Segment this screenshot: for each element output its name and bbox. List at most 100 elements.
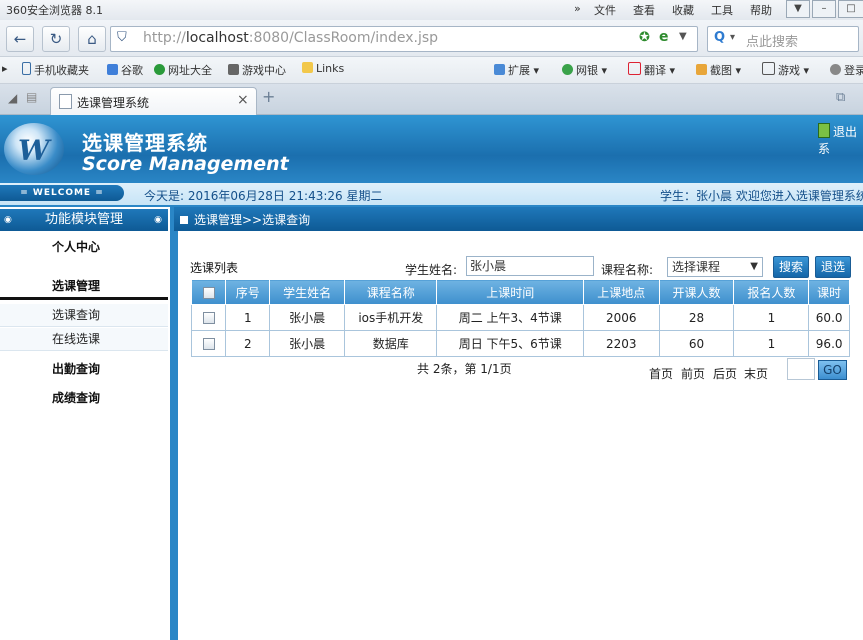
table-cell: 1	[733, 304, 810, 331]
sidebar-item-online-select[interactable]: 在线选课	[0, 328, 168, 351]
today-datetime: 今天是: 2016年06月28日 21:43:26 星期二	[144, 189, 383, 203]
bookmark-google[interactable]: 谷歌	[107, 62, 143, 78]
select-all-checkbox[interactable]	[190, 279, 227, 305]
course-select[interactable]: 选择课程 ▼	[667, 257, 763, 277]
user-icon	[830, 64, 841, 75]
table-cell: 张小晨	[269, 330, 346, 357]
sidebar-item-personal-center[interactable]: 个人中心	[52, 238, 100, 255]
ie-mode-icon[interactable]: e	[659, 29, 669, 45]
sidebar-item-attendance[interactable]: 出勤查询	[52, 360, 100, 377]
bookmark-mobile[interactable]: 手机收藏夹	[22, 62, 89, 78]
game-icon	[762, 62, 775, 75]
sidebar-item-grades[interactable]: 成绩查询	[52, 389, 100, 406]
tool-games[interactable]: 游戏 ▾	[762, 62, 809, 78]
tool-extensions[interactable]: 扩展 ▾	[494, 62, 539, 78]
first-page-link[interactable]: 首页	[649, 365, 673, 382]
list-title: 选课列表	[190, 261, 239, 275]
menu-tools[interactable]: 工具	[711, 2, 733, 18]
table-cell: 28	[658, 304, 735, 331]
chevron-more-icon[interactable]: »	[574, 2, 581, 15]
system-title-en: Score Management	[82, 153, 289, 175]
exit-button[interactable]: 退出系	[818, 123, 863, 157]
table-cell: 数据库	[344, 330, 438, 357]
search-engine-icon[interactable]: Q	[714, 30, 725, 45]
table-header-row: 序号 学生姓名 课程名称 上课时间 上课地点 开课人数 报名人数 课时	[190, 279, 850, 305]
maximize-icon[interactable]: □	[838, 0, 863, 18]
tool-translate[interactable]: 翻译 ▾	[628, 62, 675, 78]
bookmark-hao[interactable]: 网址大全	[154, 62, 212, 78]
go-button[interactable]: GO	[818, 360, 847, 380]
menu-help[interactable]: 帮助	[750, 2, 772, 18]
table-row[interactable]: 1 张小晨 ios手机开发 周二 上午3、4节课 2006 28 1 60.0	[190, 304, 850, 331]
chevron-down-icon[interactable]: ▼	[679, 31, 687, 42]
address-url[interactable]: http://localhost:8080/ClassRoom/index.js…	[143, 30, 438, 46]
student-name-label: 学生姓名:	[405, 263, 458, 277]
course-name-label: 课程名称:	[601, 263, 654, 277]
row-checkbox[interactable]	[190, 304, 227, 331]
table-row[interactable]: 2 张小晨 数据库 周日 下午5、6节课 2203 60 1 96.0	[190, 330, 850, 357]
tool-login[interactable]: 登录	[830, 62, 863, 78]
arrow-icon	[180, 216, 188, 224]
app-header: W 选课管理系统 Score Management 退出系	[0, 115, 863, 183]
search-button[interactable]: 搜索	[773, 256, 809, 278]
bookmark-games[interactable]: 游戏中心	[228, 62, 286, 78]
col-student: 学生姓名	[269, 279, 346, 305]
table-cell: ios手机开发	[344, 304, 438, 331]
search-input[interactable]: Q ▾ 点此搜索	[707, 26, 859, 52]
address-bar[interactable]: ⛉ http://localhost:8080/ClassRoom/index.…	[110, 26, 698, 52]
welcome-badge: = WELCOME =	[0, 185, 124, 201]
tab-title: 选课管理系统	[77, 96, 150, 110]
tab-course-system[interactable]: 选课管理系统 ×	[50, 87, 257, 115]
new-tab-icon[interactable]: +	[262, 87, 275, 106]
tab-history-icon[interactable]: ▤	[26, 90, 37, 104]
sidebar-item-course-mgmt[interactable]: 选课管理	[52, 277, 100, 294]
refresh-icon[interactable]: ↻	[42, 26, 70, 52]
col-course: 课程名称	[344, 279, 438, 305]
back-icon[interactable]: ←	[6, 26, 34, 52]
table-cell: 张小晨	[269, 304, 346, 331]
bookmark-links[interactable]: Links	[302, 62, 344, 75]
course-table: 序号 学生姓名 课程名称 上课时间 上课地点 开课人数 报名人数 课时 1 张小…	[190, 279, 850, 357]
table-cell: 2203	[583, 330, 660, 357]
chevron-icon[interactable]: ▸	[2, 62, 8, 75]
close-icon[interactable]: ×	[237, 92, 249, 108]
next-page-link[interactable]: 后页	[713, 365, 737, 382]
table-cell: 1	[733, 330, 810, 357]
sidebar-header: ◉ 功能模块管理 ◉	[0, 209, 168, 231]
pager-info: 共 2条，第 1/1页	[417, 362, 512, 376]
shirt-icon[interactable]: ▼	[786, 0, 810, 18]
table-cell: 96.0	[808, 330, 850, 357]
menu-file[interactable]: 文件	[594, 2, 616, 18]
minimize-icon[interactable]: –	[812, 0, 836, 18]
col-time: 上课时间	[436, 279, 585, 305]
menu-view[interactable]: 查看	[633, 2, 655, 18]
sidebar-toggle-icon[interactable]: ◢	[8, 91, 17, 105]
chevron-down-icon[interactable]: ▾	[730, 32, 735, 43]
col-location: 上课地点	[583, 279, 660, 305]
search-placeholder: 点此搜索	[746, 35, 799, 50]
translate-icon	[628, 62, 641, 75]
app-logo: W	[4, 123, 64, 175]
course-select-value: 选择课程	[672, 260, 721, 274]
chevron-down-icon[interactable]: ▼	[750, 258, 758, 276]
security-icon[interactable]: ✪	[639, 30, 650, 45]
page-number-input[interactable]	[787, 358, 815, 380]
last-page-link[interactable]: 末页	[744, 365, 768, 382]
student-name-input[interactable]: 张小晨	[466, 256, 594, 276]
status-strip: = WELCOME = 今天是: 2016年06月28日 21:43:26 星期…	[0, 183, 863, 207]
shield-icon: ⛉	[117, 30, 127, 45]
menu-favorites[interactable]: 收藏	[672, 2, 694, 18]
tool-screenshot[interactable]: 截图 ▾	[696, 62, 741, 78]
prev-page-link[interactable]: 前页	[681, 365, 705, 382]
drop-course-button[interactable]: 退选	[815, 256, 851, 278]
table-cell: 2	[225, 330, 271, 357]
table-cell: 2006	[583, 304, 660, 331]
row-checkbox[interactable]	[190, 330, 227, 357]
tool-bank[interactable]: 网银 ▾	[562, 62, 607, 78]
table-cell: 60.0	[808, 304, 850, 331]
tab-menu-icon[interactable]: ⧉	[836, 90, 845, 105]
home-icon[interactable]: ⌂	[78, 26, 106, 52]
google-icon	[107, 64, 118, 75]
page-icon	[59, 94, 72, 109]
sidebar-item-course-query[interactable]: 选课查询	[0, 304, 168, 327]
